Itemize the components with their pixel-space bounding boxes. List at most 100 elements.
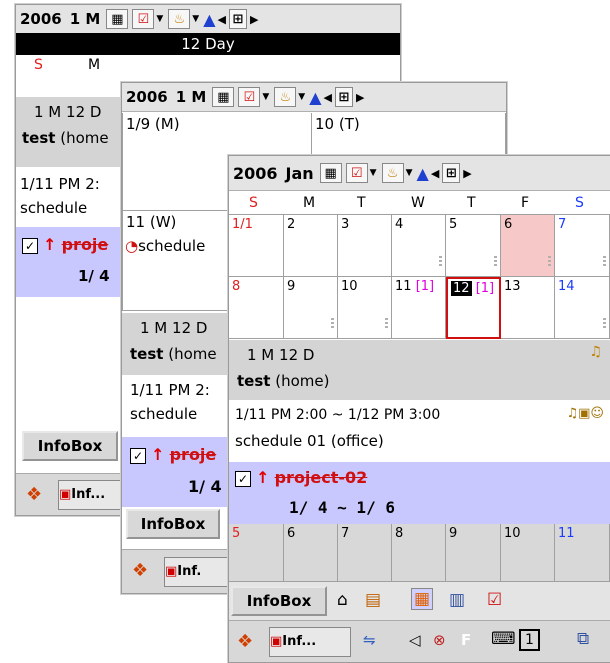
app-icon: ▣	[59, 487, 72, 502]
day-cell[interactable]: 10	[501, 524, 555, 582]
checkbox-icon[interactable]: ✓	[130, 447, 146, 464]
event-time: 1/11 PM 2:	[130, 381, 210, 399]
project-range: 1/ 4 ~ 1/ 6	[289, 498, 395, 517]
keyboard-icon[interactable]: ⌨	[491, 629, 516, 649]
front-bottom-toolbar: InfoBox ⌂ ▤ ▦ ▥ ☑	[229, 582, 610, 620]
page-number-box[interactable]: 1	[519, 629, 540, 651]
calendar-view-icon[interactable]: ▦	[319, 163, 342, 183]
chevron-down-icon[interactable]: ▼	[262, 92, 269, 102]
next-arrow-icon[interactable]: ▶	[356, 91, 364, 104]
connectivity-icon[interactable]: ⇋	[363, 631, 376, 649]
weekday-tue: T	[357, 195, 366, 211]
windows-start-icon[interactable]: ❖	[26, 484, 42, 505]
windows-start-icon[interactable]: ❖	[132, 560, 148, 581]
todo-icon[interactable]: ☑	[132, 9, 155, 29]
day-cell[interactable]: 8	[229, 277, 284, 339]
month-label: Jan	[285, 163, 314, 183]
day-cell[interactable]: 14	[555, 277, 610, 339]
sync-icon[interactable]: ⊗	[433, 631, 446, 649]
today-cell[interactable]: 12 [1]	[446, 277, 501, 339]
flask-icon[interactable]: ▲	[203, 10, 215, 29]
jump-icon[interactable]: ⊞	[442, 163, 461, 183]
week-row-5: 5 6 7 8 9 10 11	[229, 524, 610, 582]
calendar-view-icon[interactable]: ▦	[212, 87, 235, 107]
panel-date: 1 M 12 D	[247, 346, 315, 364]
weekday-thu: T	[467, 195, 476, 211]
checkbox-icon[interactable]: ✓	[22, 237, 38, 254]
day-cell[interactable]: 11 [1]	[392, 277, 446, 339]
flask-icon[interactable]: ▲	[417, 164, 429, 183]
infobox-button[interactable]: InfoBox	[126, 509, 220, 539]
front-event[interactable]: 1/11 PM 2:00 ~ 1/12 PM 3:00 ♫▣☺ schedule…	[229, 404, 610, 458]
event-dots-icon	[548, 256, 551, 268]
flask-icon[interactable]: ▲	[309, 88, 321, 107]
year-label: 2006	[233, 163, 278, 183]
calendar-view-icon[interactable]: ▦	[106, 9, 129, 29]
event-title: schedule	[130, 405, 198, 423]
chevron-down-icon[interactable]: ▼	[192, 14, 199, 24]
day-cell[interactable]: 4	[392, 215, 446, 277]
chevron-down-icon[interactable]: ▼	[156, 14, 163, 24]
priority-up-icon: ↑	[43, 235, 57, 254]
todo-view-icon[interactable]: ☑	[487, 590, 502, 610]
jump-icon[interactable]: ⊞	[334, 87, 353, 107]
front-project[interactable]: ✓ ↑ project-02 1/ 4 ~ 1/ 6	[229, 462, 610, 524]
taskbar-app-button[interactable]: ▣Inf...	[269, 627, 351, 657]
day-cell[interactable]: 2	[284, 215, 338, 277]
day-cell[interactable]: 13	[501, 277, 555, 339]
checkbox-icon[interactable]: ✓	[235, 470, 251, 487]
todo-icon[interactable]: ☑	[345, 163, 368, 183]
day-cell[interactable]: 5	[446, 215, 501, 277]
prev-arrow-icon[interactable]: ◀	[218, 13, 226, 26]
project-label: proje	[61, 235, 109, 254]
day-view-icon[interactable]: ▤	[365, 590, 381, 610]
prev-arrow-icon[interactable]: ◀	[431, 167, 439, 180]
todo-icon[interactable]: ☑	[238, 87, 261, 107]
weekday-header: S M T W T F S	[229, 192, 610, 215]
infobox-button[interactable]: InfoBox	[22, 431, 118, 461]
prev-arrow-icon[interactable]: ◀	[324, 91, 332, 104]
input-f-label[interactable]: F	[461, 631, 471, 649]
windows-switch-icon[interactable]: ⧉	[577, 629, 589, 649]
day-cell[interactable]: 8	[392, 524, 446, 582]
day-cell[interactable]: 6	[501, 215, 555, 277]
month-label: 1 M	[69, 10, 101, 28]
taskbar-app-button[interactable]: ▣Inf.	[164, 557, 230, 587]
chevron-down-icon[interactable]: ▼	[370, 168, 377, 178]
week-row-2: 8 9 10 11 [1] 12 [1] 13 14	[229, 277, 610, 339]
taskbar-app-button[interactable]: ▣Inf...	[58, 480, 124, 510]
day-cell[interactable]: 5	[229, 524, 284, 582]
day-cell[interactable]: 10	[338, 277, 392, 339]
day-event: schedule	[138, 237, 206, 255]
day-cell[interactable]: 7	[555, 215, 610, 277]
year-label: 2006	[126, 88, 168, 106]
jump-icon[interactable]: ⊞	[228, 9, 247, 29]
app-icon: ▣	[165, 564, 178, 579]
project-label: proje	[169, 445, 217, 464]
event-title: schedule 01 (office)	[235, 432, 384, 450]
month-label: 1 M	[175, 88, 207, 106]
day-cell[interactable]: 6	[284, 524, 338, 582]
month-view-icon[interactable]: ▦	[411, 588, 434, 610]
day-cell[interactable]: 1/1	[229, 215, 284, 277]
day-cell[interactable]: 3	[338, 215, 392, 277]
back-toolbar: 2006 1 M ▦ ☑ ▼ ♨ ▼ ▲ ◀ ⊞ ▶	[16, 5, 400, 34]
next-arrow-icon[interactable]: ▶	[250, 13, 258, 26]
infobox-button[interactable]: InfoBox	[231, 586, 327, 616]
birthday-icon[interactable]: ♨	[274, 87, 297, 107]
day-cell[interactable]: 11	[555, 524, 610, 582]
chevron-down-icon[interactable]: ▼	[406, 168, 413, 178]
event-dots-icon	[603, 256, 606, 268]
windows-start-icon[interactable]: ❖	[237, 631, 253, 652]
birthday-icon[interactable]: ♨	[381, 163, 404, 183]
day-cell[interactable]: 9	[284, 277, 338, 339]
speaker-icon[interactable]: ◁	[409, 631, 421, 649]
birthday-icon[interactable]: ♨	[168, 9, 191, 29]
event-time: 1/11 PM 2:00 ~ 1/12 PM 3:00	[235, 407, 441, 423]
chevron-down-icon[interactable]: ▼	[298, 92, 305, 102]
card-view-icon[interactable]: ▥	[449, 590, 465, 610]
day-cell[interactable]: 9	[446, 524, 501, 582]
next-arrow-icon[interactable]: ▶	[463, 167, 471, 180]
home-icon[interactable]: ⌂	[337, 590, 348, 610]
day-cell[interactable]: 7	[338, 524, 392, 582]
